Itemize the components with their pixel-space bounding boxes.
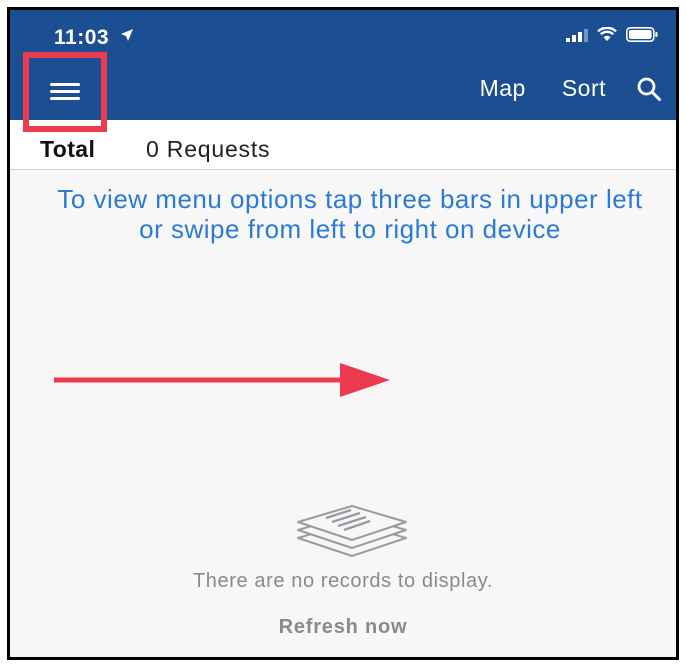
status-indicators <box>566 27 658 42</box>
search-icon[interactable] <box>636 76 662 102</box>
totals-bar: Total 0 Requests <box>10 120 676 170</box>
header-bar: 11:03 Map Sort <box>10 10 676 120</box>
total-count: 0 Requests <box>146 136 271 162</box>
location-arrow-icon <box>121 29 133 41</box>
header-actions: Map Sort <box>480 75 662 102</box>
documents-stack-icon <box>297 505 407 557</box>
signal-icon <box>566 28 588 42</box>
map-button[interactable]: Map <box>480 75 526 102</box>
hamburger-menu-icon <box>50 82 80 100</box>
refresh-now-button[interactable]: Refresh now <box>10 616 676 639</box>
empty-state-message: There are no records to display. <box>192 570 494 592</box>
hamburger-menu-button[interactable] <box>23 52 107 132</box>
annotation-arrow <box>54 363 390 397</box>
menu-hint-text: To view menu options tap three bars in u… <box>57 184 643 244</box>
total-label: Total <box>40 136 96 162</box>
phone-screen: 11:03 Map Sort Total 0 Requests To view … <box>7 7 679 660</box>
sort-button[interactable]: Sort <box>562 75 606 102</box>
battery-icon <box>626 27 658 42</box>
wifi-icon <box>597 27 617 41</box>
status-time: 11:03 <box>54 26 110 49</box>
